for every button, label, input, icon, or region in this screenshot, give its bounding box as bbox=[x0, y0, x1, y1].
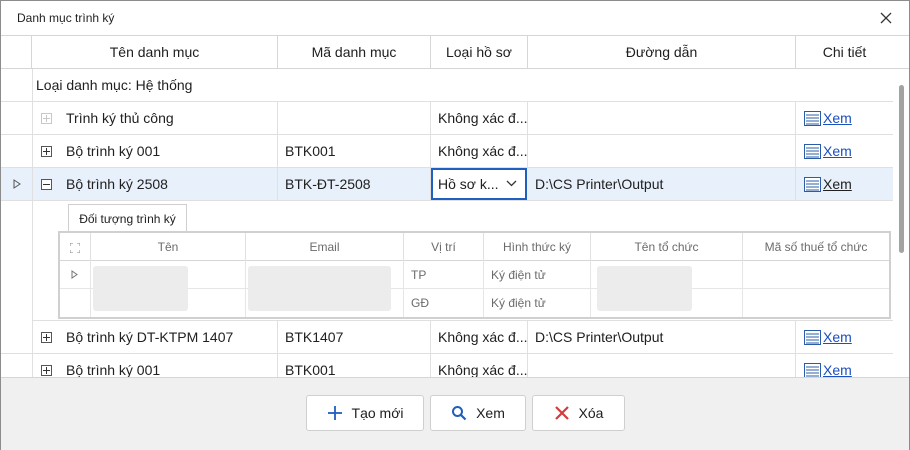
header-org-name[interactable]: Tên tổ chức bbox=[591, 233, 743, 261]
plus-icon bbox=[327, 406, 342, 420]
table-row[interactable]: Bộ trình ký 001 BTK001 Không xác đ... Xe… bbox=[1, 135, 893, 168]
header-tax-code[interactable]: Mã số thuế tổ chức bbox=[743, 233, 889, 261]
cell-name: Bộ trình ký 001 bbox=[32, 354, 278, 377]
document-icon bbox=[804, 177, 821, 192]
category-grid: Tên danh mục Mã danh mục Loại hồ sơ Đườn… bbox=[1, 35, 909, 377]
cell-detail: Xem bbox=[796, 321, 893, 354]
cell-path bbox=[528, 354, 796, 377]
document-icon bbox=[804, 330, 821, 345]
expand-corners-icon bbox=[69, 242, 81, 254]
cell-path bbox=[528, 102, 796, 135]
signer-method-cell: Ký điện tử bbox=[484, 289, 591, 317]
delete-button[interactable]: Xóa bbox=[532, 395, 625, 431]
signer-row-indicator bbox=[60, 289, 91, 317]
header-signer-name[interactable]: Tên bbox=[91, 233, 246, 261]
indicator-column-divider bbox=[32, 69, 33, 377]
header-path[interactable]: Đường dẫn bbox=[528, 36, 796, 69]
scrollbar-thumb[interactable] bbox=[899, 85, 904, 253]
table-row[interactable]: Bộ trình ký 001 BTK001 Không xác đ... Xe… bbox=[1, 354, 893, 377]
group-label: Loại danh mục: Hệ thống bbox=[36, 77, 193, 93]
redacted-signer-email bbox=[248, 266, 391, 311]
signer-row-indicator bbox=[60, 261, 91, 289]
title-bar: Danh mục trình ký bbox=[1, 1, 909, 35]
signer-grid-header: Tên Email Vị trí Hình thức ký Tên tổ chứ… bbox=[60, 233, 889, 261]
x-delete-icon bbox=[554, 406, 569, 420]
cell-name: Bộ trình ký 001 bbox=[32, 135, 278, 168]
view-button[interactable]: Xem bbox=[430, 395, 526, 431]
header-detail[interactable]: Chi tiết bbox=[796, 36, 893, 69]
table-row[interactable]: Bộ trình ký DT-KTPM 1407 BTK1407 Không x… bbox=[1, 321, 893, 354]
redacted-org-name bbox=[597, 266, 692, 311]
cell-detail: Xem bbox=[796, 102, 893, 135]
document-icon bbox=[804, 111, 821, 126]
view-button-label: Xem bbox=[476, 405, 505, 421]
search-icon bbox=[452, 406, 467, 421]
row-indicator-icon bbox=[71, 270, 78, 279]
tab-signers[interactable]: Đối tượng trình ký bbox=[68, 204, 187, 232]
cell-type[interactable]: Không xác đ... bbox=[431, 354, 528, 377]
cell-name: Bộ trình ký 2508 bbox=[32, 168, 278, 201]
cell-type[interactable]: Không xác đ... bbox=[431, 135, 528, 168]
cell-detail: Xem bbox=[796, 168, 893, 201]
create-button-label: Tạo mới bbox=[351, 405, 404, 421]
close-button[interactable] bbox=[871, 7, 901, 29]
header-indicator-cell bbox=[1, 36, 32, 69]
signer-grid: Tên Email Vị trí Hình thức ký Tên tổ chứ… bbox=[58, 231, 891, 319]
cell-detail: Xem bbox=[796, 135, 893, 168]
signer-detail-panel: Đối tượng trình ký Tên Email Vị trí Hình… bbox=[32, 201, 893, 321]
vertical-scrollbar[interactable] bbox=[894, 69, 909, 377]
cell-name: Trình ký thủ công bbox=[32, 102, 278, 135]
header-code[interactable]: Mã danh mục bbox=[278, 36, 431, 69]
document-icon bbox=[804, 144, 821, 159]
redacted-signer-name bbox=[93, 266, 188, 311]
signer-position-cell: TP bbox=[404, 261, 484, 289]
record-type-value: Hồ sơ k... bbox=[438, 176, 499, 192]
view-detail-link[interactable]: Xem bbox=[823, 354, 852, 377]
column-chooser-cell[interactable] bbox=[60, 233, 91, 261]
cell-type[interactable]: Không xác đ... bbox=[431, 321, 528, 354]
view-detail-link[interactable]: Xem bbox=[823, 135, 852, 168]
signer-method-cell: Ký điện tử bbox=[484, 261, 591, 289]
window-title: Danh mục trình ký bbox=[17, 11, 115, 25]
chevron-down-icon bbox=[506, 180, 517, 187]
signer-position-cell: GĐ bbox=[404, 289, 484, 317]
header-type[interactable]: Loại hồ sơ bbox=[431, 36, 528, 69]
create-button[interactable]: Tạo mới bbox=[306, 395, 424, 431]
table-row-selected[interactable]: Bộ trình ký 2508 BTK-ĐT-2508 Hồ sơ k... … bbox=[1, 168, 893, 201]
cell-path: D:\CS Printer\Output bbox=[528, 321, 796, 354]
cell-code: BTK1407 bbox=[278, 321, 431, 354]
cell-code: BTK-ĐT-2508 bbox=[278, 168, 431, 201]
document-icon bbox=[804, 363, 821, 377]
action-bar: Tạo mới Xem Xóa bbox=[1, 377, 909, 450]
cell-code bbox=[278, 102, 431, 135]
signer-tax-cell bbox=[743, 289, 889, 317]
cell-name: Bộ trình ký DT-KTPM 1407 bbox=[32, 321, 278, 354]
header-sign-method[interactable]: Hình thức ký bbox=[484, 233, 591, 261]
cell-path: D:\CS Printer\Output bbox=[528, 168, 796, 201]
view-detail-link[interactable]: Xem bbox=[823, 321, 852, 354]
header-name[interactable]: Tên danh mục bbox=[32, 36, 278, 69]
table-row[interactable]: Trình ký thủ công Không xác đ... Xem bbox=[1, 102, 893, 135]
view-detail-link[interactable]: Xem bbox=[823, 102, 852, 135]
header-signer-position[interactable]: Vị trí bbox=[404, 233, 484, 261]
close-icon bbox=[880, 12, 892, 24]
cell-code: BTK001 bbox=[278, 135, 431, 168]
record-type-dropdown[interactable]: Hồ sơ k... bbox=[431, 168, 527, 200]
row-indicator-icon bbox=[13, 179, 21, 189]
cell-path bbox=[528, 135, 796, 168]
cell-code: BTK001 bbox=[278, 354, 431, 377]
group-row[interactable]: Loại danh mục: Hệ thống bbox=[1, 69, 893, 102]
dialog-window: Danh mục trình ký Tên danh mục Mã danh m… bbox=[0, 0, 910, 450]
view-detail-link[interactable]: Xem bbox=[823, 168, 852, 201]
cell-type[interactable]: Không xác đ... bbox=[431, 102, 528, 135]
grid-header: Tên danh mục Mã danh mục Loại hồ sơ Đườn… bbox=[1, 36, 909, 69]
signer-tax-cell bbox=[743, 261, 889, 289]
delete-button-label: Xóa bbox=[578, 405, 604, 421]
cell-detail: Xem bbox=[796, 354, 893, 377]
header-signer-email[interactable]: Email bbox=[246, 233, 404, 261]
